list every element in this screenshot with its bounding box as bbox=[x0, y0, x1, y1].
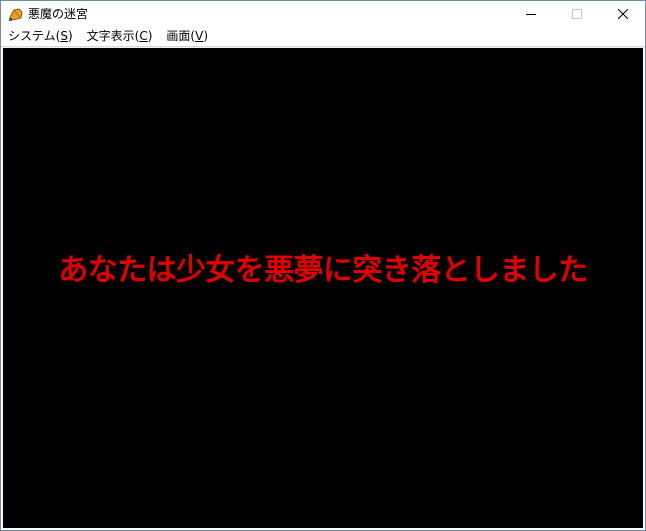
close-icon bbox=[618, 9, 628, 19]
app-game-icon[interactable] bbox=[8, 6, 24, 22]
game-screen[interactable]: あなたは少女を悪夢に突き落としました bbox=[3, 48, 643, 528]
title-bar[interactable]: 悪魔の迷宮 bbox=[1, 1, 645, 27]
minimize-button[interactable] bbox=[508, 1, 554, 27]
window-title: 悪魔の迷宮 bbox=[28, 7, 89, 21]
app-window: 悪魔の迷宮 システム(S) 文字表示(C) 画面(V) あなたは少女を悪夢に突き… bbox=[0, 0, 646, 531]
maximize-icon bbox=[572, 9, 582, 19]
menu-system[interactable]: システム(S) bbox=[1, 27, 80, 46]
game-message-text: あなたは少女を悪夢に突き落としました bbox=[58, 253, 588, 288]
menu-text-display[interactable]: 文字表示(C) bbox=[80, 27, 160, 46]
close-button[interactable] bbox=[600, 1, 646, 27]
menu-bar: システム(S) 文字表示(C) 画面(V) bbox=[1, 27, 645, 46]
maximize-button[interactable] bbox=[554, 1, 600, 27]
minimize-icon bbox=[526, 14, 536, 15]
menu-screen[interactable]: 画面(V) bbox=[159, 27, 215, 46]
